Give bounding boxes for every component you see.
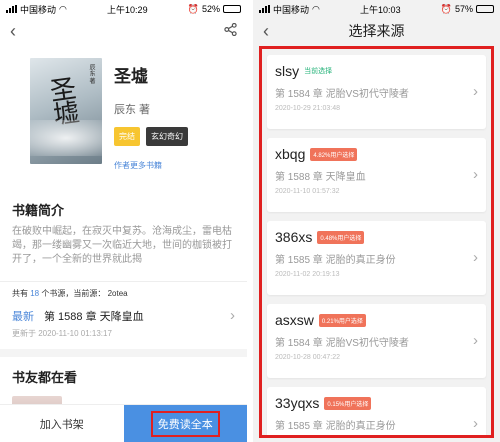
- source-card[interactable]: xbqg 4.82%用户选择第 1588 章 天降皇血 2020-11-10 01:…: [267, 138, 486, 212]
- author-more-books-link[interactable]: 作者更多书籍: [114, 160, 188, 171]
- choose-source-screen: 中国移动 ◠ 上午10:03 ⏰ 57% ‹ 选择来源 slsy 当前选择第 15…: [253, 0, 500, 442]
- latest-chapter-row[interactable]: 最新 第 1588 章 天降皇血 ›: [0, 299, 247, 324]
- user-rate-badge: 4.82%用户选择: [310, 147, 358, 161]
- genre-badge[interactable]: 玄幻奇幻: [146, 127, 188, 146]
- signal-area: 中国移动 ◠: [6, 3, 67, 16]
- source-name: 33yqxs: [275, 395, 320, 411]
- chevron-right-icon: ›: [473, 415, 478, 432]
- source-latest-chapter: 第 1584 章 泥胎VS初代守陵者: [275, 89, 409, 100]
- source-latest-chapter: 第 1585 章 泥胎的真正身份: [275, 421, 396, 432]
- intro-text[interactable]: 在破败中崛起，在寂灭中复苏。沧海成尘，雷电枯竭，那一缕幽雾又一次临近大地，世间的…: [0, 219, 247, 277]
- read-free-button[interactable]: 免费读全本: [123, 405, 247, 442]
- add-to-shelf-button[interactable]: 加入书架: [0, 405, 124, 442]
- source-list: slsy 当前选择第 1584 章 泥胎VS初代守陵者 2020-10-29 21:…: [267, 55, 486, 438]
- book-info: 圣墟 辰东 著 完结 玄幻奇幻 作者更多书籍: [114, 58, 188, 200]
- source-count-prefix: 共有: [12, 289, 28, 298]
- alarm-icon: ⏰: [187, 3, 199, 14]
- battery-label: 57%: [454, 4, 473, 14]
- wifi-icon: ◠: [59, 3, 67, 14]
- chevron-right-icon: ›: [473, 166, 478, 183]
- carrier-label: 中国移动: [273, 4, 310, 15]
- clock-label: 上午10:03: [360, 4, 401, 15]
- carrier-label: 中国移动: [20, 4, 57, 15]
- latest-label: 最新: [12, 310, 34, 323]
- chevron-right-icon: ›: [473, 249, 478, 266]
- source-latest-chapter: 第 1585 章 泥胎的真正身份: [275, 255, 396, 266]
- signal-icon: [259, 5, 270, 13]
- battery-area: ⏰ 57%: [441, 4, 494, 15]
- source-count-number: 18: [30, 289, 40, 298]
- source-card[interactable]: asxsw 0.21%用户选择第 1584 章 泥胎VS初代守陵者 2020-10-…: [267, 304, 486, 378]
- source-update-time: 2020-10-30 05:22:13: [275, 437, 478, 438]
- source-card-header: slsy 当前选择: [275, 63, 478, 79]
- chevron-left-icon[interactable]: ‹: [10, 22, 16, 40]
- highlight-frame: slsy 当前选择第 1584 章 泥胎VS初代守陵者 2020-10-29 21:…: [259, 46, 494, 438]
- latest-chapter-title: 第 1588 章 天降皇血: [44, 310, 144, 323]
- nav-bar: ‹: [0, 18, 247, 44]
- current-source-name: 2otea: [107, 289, 128, 298]
- share-icon[interactable]: [224, 22, 237, 39]
- source-name: 386xs: [275, 229, 313, 245]
- book-author: 辰东 著: [114, 104, 151, 116]
- cover-author-text: 辰东 著: [88, 64, 94, 84]
- clock-label: 上午10:29: [107, 4, 148, 15]
- user-rate-badge: 0.48%用户选择: [317, 230, 365, 244]
- battery-label: 52%: [201, 4, 220, 14]
- bottom-action-bar: 加入书架 免费读全本: [0, 404, 247, 442]
- source-latest-chapter: 第 1588 章 天降皇血: [275, 172, 366, 183]
- signal-icon: [6, 5, 17, 13]
- status-bar: 中国移动 ◠ 上午10:29 ⏰ 52%: [0, 0, 247, 18]
- current-selection-badge: 当前选择: [304, 68, 333, 75]
- signal-area: 中国移动 ◠: [259, 3, 320, 16]
- book-title: 圣墟: [114, 67, 148, 86]
- status-badge: 完结: [114, 127, 140, 146]
- book-tags: 完结 玄幻奇幻: [114, 127, 188, 146]
- battery-icon: [222, 5, 241, 13]
- book-header: 辰东 著 圣墟 圣墟 辰东 著 完结 玄幻奇幻 作者更多书籍: [0, 44, 247, 200]
- source-update-time: 2020-10-29 21:03:48: [275, 105, 340, 112]
- chevron-right-icon: ›: [473, 83, 478, 100]
- source-card-header: 33yqxs 0.15%用户选择: [275, 395, 478, 411]
- nav-bar: ‹ 选择来源: [253, 18, 500, 44]
- user-rate-badge: 0.15%用户选择: [324, 396, 372, 410]
- source-card[interactable]: 33yqxs 0.15%用户选择第 1585 章 泥胎的真正身份 2020-10-3…: [267, 387, 486, 438]
- source-card[interactable]: 386xs 0.48%用户选择第 1585 章 泥胎的真正身份 2020-11-02…: [267, 221, 486, 295]
- cover-mist-decoration: [30, 120, 102, 156]
- read-free-label: 免费读全本: [150, 410, 220, 437]
- source-name: xbqg: [275, 146, 306, 162]
- source-card-header: asxsw 0.21%用户选择: [275, 312, 478, 328]
- source-card-header: xbqg 4.82%用户选择: [275, 146, 478, 162]
- source-card[interactable]: slsy 当前选择第 1584 章 泥胎VS初代守陵者 2020-10-29 21:…: [267, 55, 486, 129]
- readers-heading: 书友都在看: [12, 370, 78, 385]
- source-name: asxsw: [275, 312, 314, 328]
- status-bar: 中国移动 ◠ 上午10:03 ⏰ 57%: [253, 0, 500, 18]
- source-update-time: 2020-11-10 01:57:32: [275, 188, 340, 195]
- source-update-time: 2020-11-02 20:19:13: [275, 271, 340, 278]
- alarm-icon: ⏰: [440, 3, 452, 14]
- latest-update-time: 更新于 2020-11-10 01:13:17: [12, 329, 112, 338]
- source-card-header: 386xs 0.48%用户选择: [275, 229, 478, 245]
- book-detail-screen: 中国移动 ◠ 上午10:29 ⏰ 52% ‹ 辰东 著 圣墟 圣墟 辰东 著 完…: [0, 0, 247, 442]
- book-cover[interactable]: 辰东 著 圣墟: [30, 58, 102, 164]
- source-name: slsy: [275, 63, 300, 79]
- source-count-line: 共有 18 个书源，当前源： 2otea: [0, 282, 247, 299]
- wifi-icon: ◠: [312, 3, 320, 14]
- source-count-middle: 个书源，当前源：: [41, 289, 106, 298]
- battery-icon: [475, 5, 494, 13]
- chevron-left-icon[interactable]: ‹: [263, 22, 269, 40]
- section-divider: [0, 349, 247, 357]
- page-title: 选择来源: [348, 23, 405, 39]
- battery-area: ⏰ 52%: [188, 4, 241, 15]
- chevron-right-icon: ›: [230, 307, 235, 324]
- user-rate-badge: 0.21%用户选择: [318, 313, 366, 327]
- source-latest-chapter: 第 1584 章 泥胎VS初代守陵者: [275, 338, 409, 349]
- intro-heading: 书籍简介: [12, 203, 65, 218]
- chevron-right-icon: ›: [473, 332, 478, 349]
- cover-title-text: 圣墟: [43, 74, 81, 126]
- source-update-time: 2020-10-28 00:47:22: [275, 354, 340, 361]
